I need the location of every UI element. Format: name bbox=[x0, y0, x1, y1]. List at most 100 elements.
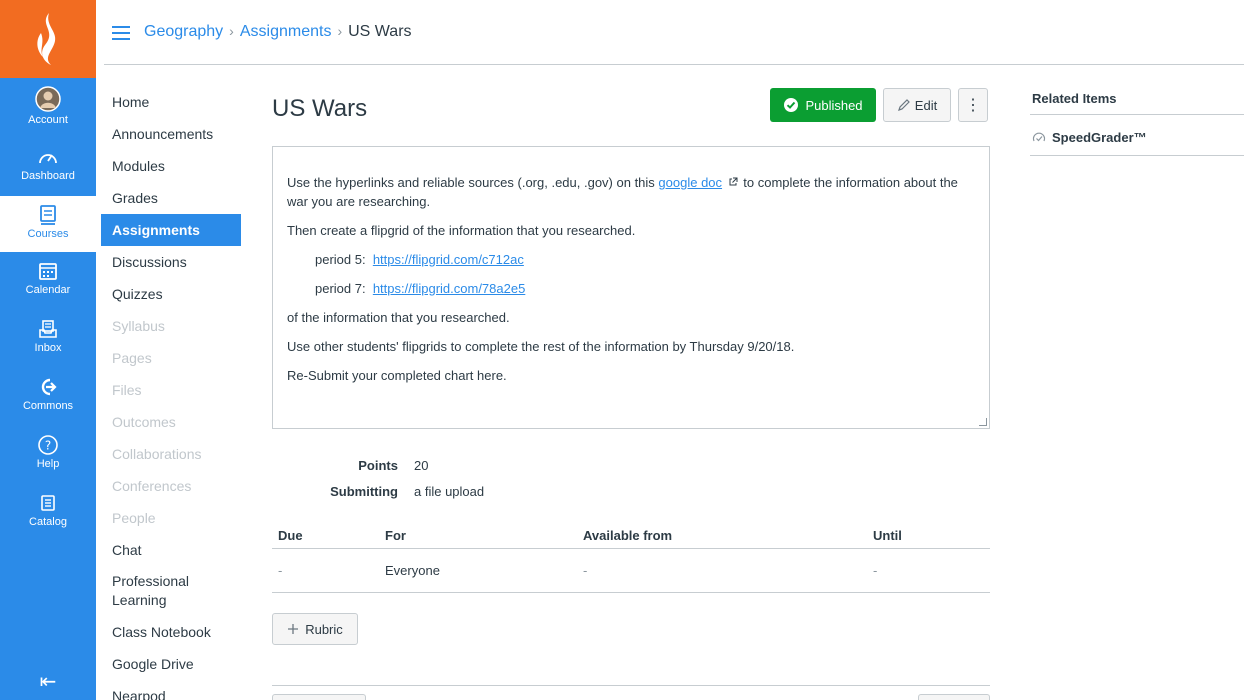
nav-catalog-label: Catalog bbox=[29, 516, 67, 528]
more-options-icon[interactable]: ⋮ bbox=[958, 88, 988, 122]
desc-paragraph-2: Then create a flipgrid of the informatio… bbox=[287, 223, 636, 238]
nav-account[interactable]: Account bbox=[0, 84, 96, 136]
account-avatar bbox=[35, 86, 61, 112]
breadcrumb-separator: › bbox=[337, 23, 343, 39]
course-nav-professional-learning-line1: Professional bbox=[112, 573, 190, 589]
nav-account-label: Account bbox=[28, 114, 68, 126]
course-nav-collaborations[interactable]: Collaborations bbox=[101, 438, 241, 470]
nav-commons-label: Commons bbox=[22, 400, 74, 412]
plus-icon bbox=[288, 624, 299, 634]
desc-text: Use the hyperlinks and reliable sources … bbox=[287, 175, 659, 190]
course-nav-nearpod[interactable]: Nearpod bbox=[101, 680, 241, 700]
flame-logo-icon bbox=[37, 13, 56, 65]
nav-catalog[interactable]: Catalog bbox=[0, 490, 96, 540]
course-nav-outcomes[interactable]: Outcomes bbox=[101, 406, 241, 438]
next-button[interactable] bbox=[918, 694, 990, 700]
nav-dashboard[interactable]: Dashboard bbox=[0, 144, 96, 194]
speedgrader-icon bbox=[1032, 132, 1046, 141]
cell-for: Everyone bbox=[385, 563, 440, 578]
breadcrumb: Geography › Assignments › US Wars bbox=[144, 23, 412, 41]
check-circle-icon bbox=[784, 98, 799, 112]
published-button[interactable]: Published bbox=[770, 88, 876, 122]
commons-icon bbox=[41, 378, 57, 396]
cell-available-from: - bbox=[583, 563, 588, 578]
nav-commons[interactable]: Commons bbox=[0, 374, 96, 424]
course-nav-quizzes[interactable]: Quizzes bbox=[101, 278, 241, 310]
col-for: For bbox=[385, 527, 406, 543]
points-value: 20 bbox=[414, 457, 429, 473]
desc-paragraph-7: Re-Submit your completed chart here. bbox=[287, 368, 507, 383]
due-dates-table: Due For Available from Until - Everyone … bbox=[272, 522, 990, 593]
assignment-description: Use the hyperlinks and reliable sources … bbox=[272, 146, 990, 429]
nav-courses[interactable]: Courses bbox=[0, 196, 96, 252]
header-divider bbox=[104, 64, 1244, 65]
calendar-icon bbox=[39, 263, 57, 280]
nav-courses-label: Courses bbox=[27, 228, 69, 240]
published-label: Published bbox=[805, 97, 863, 113]
nav-calendar-label: Calendar bbox=[25, 284, 71, 296]
desc-paragraph-5: of the information that you researched. bbox=[287, 310, 510, 325]
course-nav-professional-learning[interactable]: Professional Learning bbox=[101, 566, 241, 616]
course-nav-syllabus[interactable]: Syllabus bbox=[101, 310, 241, 342]
breadcrumb-assignments-link[interactable]: Assignments bbox=[240, 23, 332, 40]
add-rubric-button[interactable]: Rubric bbox=[272, 613, 358, 645]
course-nav-assignments[interactable]: Assignments bbox=[101, 214, 241, 246]
institution-logo[interactable] bbox=[0, 0, 96, 78]
external-link-icon bbox=[729, 177, 738, 186]
nav-inbox[interactable]: Inbox bbox=[0, 316, 96, 366]
course-nav-professional-learning-line2: Learning bbox=[112, 592, 167, 608]
course-nav-grades[interactable]: Grades bbox=[101, 182, 241, 214]
breadcrumb-current: US Wars bbox=[348, 23, 412, 40]
course-nav-class-notebook[interactable]: Class Notebook bbox=[101, 616, 241, 648]
page-title: US Wars bbox=[272, 95, 368, 122]
period-5-label: period 5: bbox=[315, 252, 366, 267]
course-nav-announcements[interactable]: Announcements bbox=[101, 118, 241, 150]
breadcrumb-separator: › bbox=[229, 23, 234, 39]
pencil-icon bbox=[897, 99, 910, 111]
course-nav-pages[interactable]: Pages bbox=[101, 342, 241, 374]
nav-help-label: Help bbox=[36, 458, 60, 470]
cell-due: - bbox=[278, 563, 283, 578]
related-divider bbox=[1030, 155, 1244, 156]
assignment-details: Points 20 Submitting a file upload bbox=[272, 452, 484, 504]
course-nav-home[interactable]: Home bbox=[101, 86, 241, 118]
hamburger-menu-icon[interactable] bbox=[112, 26, 130, 40]
course-nav-people[interactable]: People bbox=[101, 502, 241, 534]
flipgrid-period-5-link[interactable]: https://flipgrid.com/c712ac bbox=[373, 252, 524, 267]
course-nav: Home Announcements Modules Grades Assign… bbox=[101, 86, 241, 700]
collapse-nav-icon[interactable]: ⇤ bbox=[0, 669, 96, 694]
svg-text:?: ? bbox=[45, 439, 51, 453]
resize-handle-icon[interactable] bbox=[979, 418, 987, 426]
global-nav: Account Dashboard Courses Calendar Inbox… bbox=[0, 0, 96, 700]
speedgrader-label: SpeedGrader™ bbox=[1052, 130, 1147, 145]
page-header: Geography › Assignments › US Wars bbox=[96, 0, 1244, 66]
edit-button[interactable]: Edit bbox=[883, 88, 951, 122]
nav-help[interactable]: ? Help bbox=[0, 432, 96, 482]
speedgrader-link[interactable]: SpeedGrader™ bbox=[1032, 130, 1147, 145]
submitting-label: Submitting bbox=[330, 483, 398, 499]
course-nav-modules[interactable]: Modules bbox=[101, 150, 241, 182]
period-7-label: period 7: bbox=[315, 281, 366, 296]
google-doc-link[interactable]: google doc bbox=[658, 175, 722, 190]
col-available-from: Available from bbox=[583, 527, 673, 543]
desc-period-7: period 7: https://flipgrid.com/78a2e5 bbox=[287, 279, 975, 298]
course-nav-files[interactable]: Files bbox=[101, 374, 241, 406]
flipgrid-period-7-link[interactable]: https://flipgrid.com/78a2e5 bbox=[373, 281, 525, 296]
breadcrumb-course-link[interactable]: Geography bbox=[144, 23, 223, 40]
inbox-icon bbox=[39, 320, 57, 338]
table-row: - Everyone - - bbox=[272, 549, 990, 593]
course-nav-chat[interactable]: Chat bbox=[101, 534, 241, 566]
previous-button[interactable] bbox=[272, 694, 366, 700]
nav-calendar[interactable]: Calendar bbox=[0, 258, 96, 308]
catalog-icon bbox=[41, 495, 55, 511]
nav-dashboard-label: Dashboard bbox=[21, 170, 75, 182]
edit-label: Edit bbox=[914, 97, 938, 113]
cell-until: - bbox=[873, 563, 878, 578]
course-nav-discussions[interactable]: Discussions bbox=[101, 246, 241, 278]
nav-inbox-label: Inbox bbox=[34, 342, 62, 354]
desc-paragraph-1: Use the hyperlinks and reliable sources … bbox=[287, 173, 975, 211]
course-nav-conferences[interactable]: Conferences bbox=[101, 470, 241, 502]
course-nav-google-drive[interactable]: Google Drive bbox=[101, 648, 241, 680]
help-icon: ? bbox=[38, 435, 58, 455]
related-items-heading: Related Items bbox=[1032, 91, 1117, 106]
